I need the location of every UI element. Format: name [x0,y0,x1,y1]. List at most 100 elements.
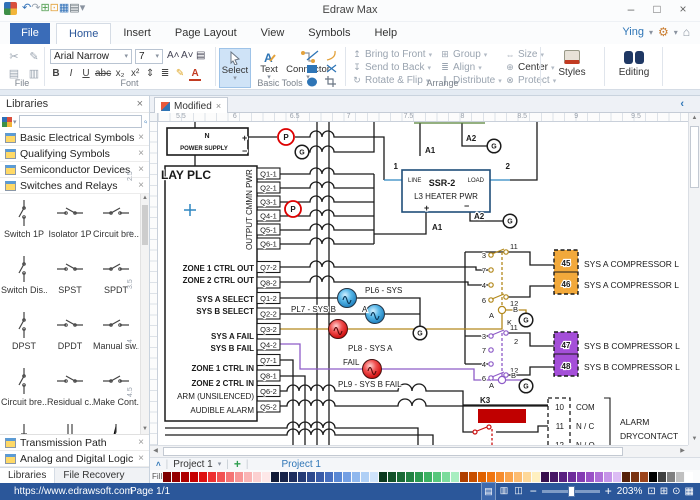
scroll-right-icon[interactable]: ▶ [677,446,688,457]
symbol-item[interactable]: Circuit bre... [93,194,139,250]
color-swatch[interactable] [514,472,522,482]
color-swatch[interactable] [685,472,693,482]
status-tool-icon[interactable]: ⊙ [672,483,680,500]
color-swatch[interactable] [649,472,657,482]
library-search-input[interactable] [19,115,142,128]
color-swatch[interactable] [208,472,216,482]
color-swatch[interactable] [343,472,351,482]
color-swatch[interactable] [667,472,675,482]
zoom-slider-thumb[interactable] [568,486,575,497]
cross-tool-icon[interactable] [325,63,338,74]
ribbon-tab[interactable]: Home [56,23,111,44]
libraries-close-icon[interactable]: × [137,96,143,113]
library-picker-button[interactable]: ▾ [2,117,17,127]
curve-tool-icon[interactable] [325,50,338,61]
status-url[interactable]: https://www.edrawsoft.com [14,483,133,500]
scroll-left-icon[interactable]: ◀ [150,446,161,457]
horizontal-scrollbar[interactable]: ◀ ▶ [150,445,688,457]
color-swatch[interactable] [370,472,378,482]
file-group-icon[interactable]: ✎ [26,50,42,63]
color-swatch[interactable] [568,472,576,482]
view-mode-icon[interactable]: ◫ [512,482,525,500]
zoom-slider[interactable] [542,490,600,493]
arrange-item[interactable]: ↥ Bring to Front ▾ [352,48,432,61]
color-swatch[interactable] [235,472,243,482]
color-swatch[interactable] [244,472,252,482]
styles-button[interactable]: Styles [548,48,596,78]
minimize-button[interactable]: – [618,0,644,20]
align-button[interactable]: ▤ [196,50,205,61]
shrink-font-button[interactable]: A˅ [181,50,194,61]
gear-caret-icon[interactable]: ▾ [674,28,678,37]
color-swatch[interactable] [505,472,513,482]
collapse-pagebar-icon[interactable]: ˄ [156,460,161,469]
color-swatch[interactable] [352,472,360,482]
vertical-scrollbar[interactable]: ▲ ▼ [688,113,700,445]
color-swatch[interactable] [604,472,612,482]
color-swatch[interactable] [559,472,567,482]
color-swatch[interactable] [226,472,234,482]
color-swatch[interactable] [379,472,387,482]
color-swatch[interactable] [631,472,639,482]
color-swatch[interactable] [253,472,261,482]
sidebar-tab[interactable]: Libraries [0,468,55,483]
color-swatch[interactable] [469,472,477,482]
symbol-item[interactable]: DPST [1,306,47,362]
color-swatch[interactable] [586,472,594,482]
library-item[interactable]: Basic Electrical Symbols × [0,130,149,146]
color-swatch[interactable] [433,472,441,482]
color-swatch[interactable] [181,472,189,482]
color-swatch[interactable] [622,472,630,482]
color-swatch[interactable] [532,472,540,482]
color-swatch[interactable] [496,472,504,482]
color-swatch[interactable] [487,472,495,482]
color-swatch[interactable] [163,472,171,482]
symbol-item[interactable]: Isolator 1P [47,194,93,250]
scrollbar-thumb[interactable] [142,205,148,245]
library-close-icon[interactable]: × [138,148,144,159]
color-swatch[interactable] [676,472,684,482]
ribbon-tab[interactable]: Insert [111,23,163,44]
color-swatch[interactable] [199,472,207,482]
library-close-icon[interactable]: × [138,453,144,464]
drawing-canvas[interactable]: N POWER SUPPLY + − LAY PLC OUTPUT CMMN P… [158,122,688,445]
library-item[interactable]: Transmission Path × [0,435,149,451]
rectangle-tool-icon[interactable] [306,63,319,74]
color-swatch[interactable] [361,472,369,482]
library-close-icon[interactable]: × [138,132,144,143]
font-size-select[interactable]: 7▾ [135,49,163,64]
scrollbar-thumb[interactable] [690,126,699,188]
zoom-in-button[interactable]: + [605,483,612,500]
color-swatch[interactable] [460,472,468,482]
add-page-button[interactable]: + [234,457,241,471]
status-tool-icon[interactable]: ⊞ [660,483,668,500]
color-swatch[interactable] [523,472,531,482]
scroll-down-icon[interactable]: ▼ [689,434,700,445]
color-swatch[interactable] [478,472,486,482]
symbol-item[interactable]: DPDT [47,306,93,362]
symbol-item[interactable]: Circuit bre... [1,362,47,418]
color-swatch[interactable] [613,472,621,482]
gear-icon[interactable]: ⚙ [658,25,669,39]
page-tab[interactable]: Project 1 [173,459,212,470]
symbol-item[interactable]: SPDT [93,250,139,306]
scroll-up-icon[interactable]: ▲ [141,194,149,203]
color-swatch[interactable] [262,472,270,482]
close-button[interactable]: × [670,0,696,20]
symbol-item[interactable]: Manual sw... [93,306,139,362]
color-swatch[interactable] [334,472,342,482]
library-item[interactable]: Analog and Digital Logic × [0,451,149,467]
status-tool-icon[interactable]: ⊡ [647,483,655,500]
library-close-icon[interactable]: × [138,180,144,191]
file-group-icon[interactable]: ✂ [6,50,22,63]
color-swatch[interactable] [451,472,459,482]
library-close-icon[interactable]: × [138,437,144,448]
scrollbar-thumb[interactable] [163,447,623,456]
zoom-out-button[interactable]: − [530,483,537,500]
arrange-item[interactable]: ≣ Align ▾ [440,61,502,74]
color-swatch[interactable] [325,472,333,482]
color-swatch[interactable] [541,472,549,482]
color-swatch[interactable] [280,472,288,482]
status-tool-icon[interactable]: ▦ [685,483,694,500]
color-swatch[interactable] [658,472,666,482]
